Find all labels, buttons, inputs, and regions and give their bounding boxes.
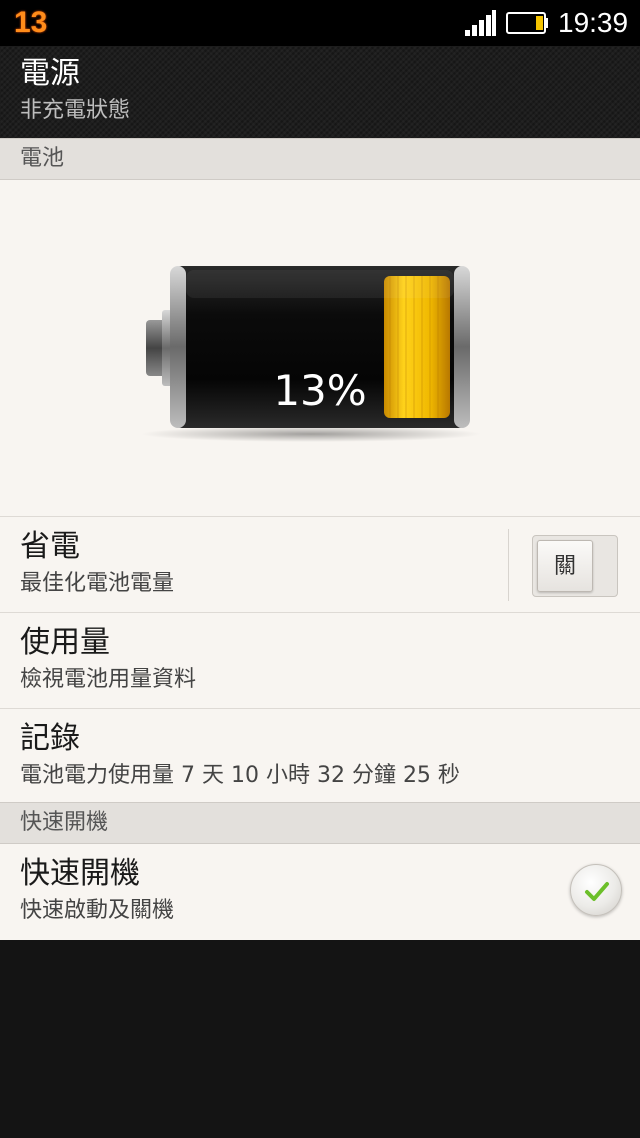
power-saver-row[interactable]: 省電 最佳化電池電量 關 [0,516,640,612]
fastboot-summary: 快速啟動及關機 [20,898,175,923]
toggle-knob: 關 [537,540,593,592]
battery-section-label: 電池 [20,146,65,171]
usage-summary: 檢視電池用量資料 [20,667,197,692]
fastboot-checkbox[interactable] [570,864,622,916]
history-title: 記錄 [20,721,80,756]
history-summary: 電池電力使用量 7 天 10 小時 32 分鐘 25 秒 [20,763,460,788]
checkmark-icon [585,882,609,901]
usage-title: 使用量 [20,625,110,660]
fastboot-title: 快速開機 [20,856,140,891]
page-title: 電源 [20,56,80,91]
battery-display: 13% [0,180,640,516]
status-bar: 13 19:39 [0,0,640,46]
usage-row[interactable]: 使用量 檢視電池用量資料 [0,612,640,708]
fastboot-section-header: 快速開機 [0,802,640,844]
notification-badge[interactable]: 13 [14,6,47,40]
page-header: 電源 非充電狀態 [0,46,640,138]
fastboot-row[interactable]: 快速開機 快速啟動及關機 [0,844,640,940]
battery-percent: 13% [273,366,367,415]
history-row[interactable]: 記錄 電池電力使用量 7 天 10 小時 32 分鐘 25 秒 [0,708,640,804]
battery-section-header: 電池 [0,138,640,180]
battery-level-icon [141,266,481,442]
toggle-divider [508,529,509,601]
charging-status: 非充電狀態 [20,98,131,123]
status-clock: 19:39 [558,7,629,38]
power-saver-title: 省電 [20,529,80,564]
power-saver-toggle[interactable]: 關 [532,535,618,597]
fastboot-section-label: 快速開機 [20,810,109,835]
settings-content: 電池 13% 省電 最佳化電池電量 關 使用量 檢視電池用量資料 記錄 電池電力… [0,138,640,940]
signal-icon [465,10,496,36]
battery-low-icon [506,12,548,34]
power-saver-summary: 最佳化電池電量 [20,571,175,596]
